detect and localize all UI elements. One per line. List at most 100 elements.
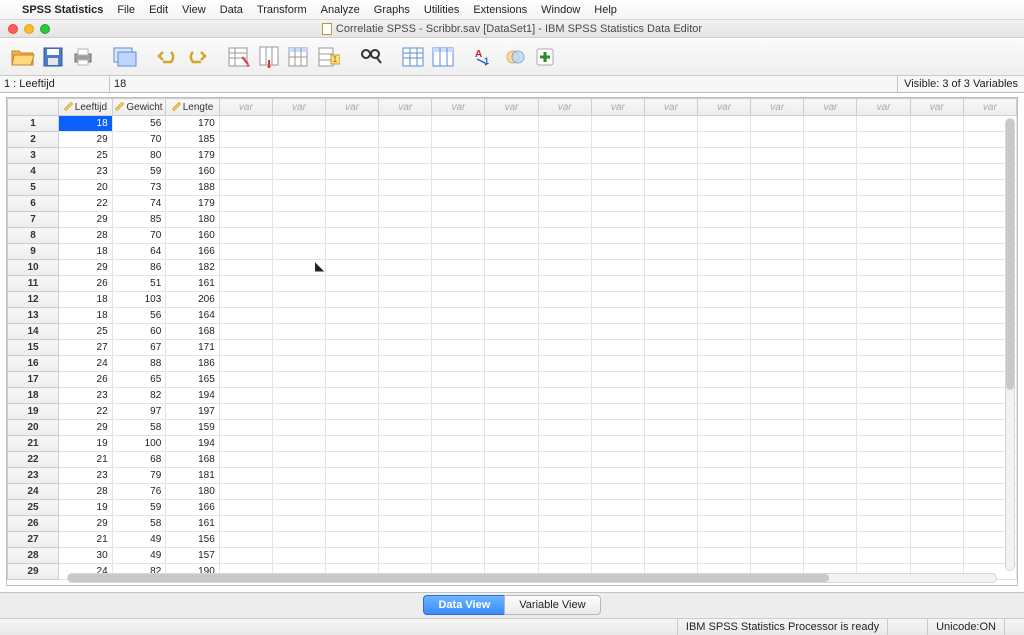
empty-cell[interactable] [698, 340, 751, 356]
empty-cell[interactable] [485, 484, 538, 500]
empty-cell[interactable] [698, 404, 751, 420]
empty-cell[interactable] [910, 404, 963, 420]
empty-cell[interactable] [326, 436, 379, 452]
empty-cell[interactable] [538, 452, 591, 468]
empty-column-header[interactable]: var [326, 99, 379, 116]
empty-cell[interactable] [326, 164, 379, 180]
empty-cell[interactable] [219, 276, 272, 292]
empty-cell[interactable] [485, 180, 538, 196]
empty-cell[interactable] [432, 372, 485, 388]
empty-cell[interactable] [698, 532, 751, 548]
menu-extensions[interactable]: Extensions [473, 4, 527, 16]
empty-cell[interactable] [538, 324, 591, 340]
empty-cell[interactable] [804, 116, 857, 132]
empty-cell[interactable] [910, 324, 963, 340]
empty-cell[interactable] [485, 324, 538, 340]
empty-cell[interactable] [219, 372, 272, 388]
empty-cell[interactable] [751, 516, 804, 532]
data-cell[interactable]: 79 [112, 468, 166, 484]
empty-cell[interactable] [804, 260, 857, 276]
empty-cell[interactable] [272, 532, 325, 548]
empty-cell[interactable] [644, 164, 697, 180]
data-cell[interactable]: 26 [59, 372, 113, 388]
empty-cell[interactable] [698, 500, 751, 516]
data-cell[interactable]: 188 [166, 180, 220, 196]
empty-cell[interactable] [591, 452, 644, 468]
empty-cell[interactable] [379, 196, 432, 212]
data-cell[interactable]: 166 [166, 244, 220, 260]
vertical-scrollbar[interactable] [1005, 118, 1015, 571]
data-cell[interactable]: 64 [112, 244, 166, 260]
data-cell[interactable]: 68 [112, 452, 166, 468]
empty-cell[interactable] [432, 308, 485, 324]
data-cell[interactable]: 27 [59, 340, 113, 356]
empty-cell[interactable] [219, 404, 272, 420]
variables-button[interactable] [286, 44, 312, 70]
empty-cell[interactable] [379, 468, 432, 484]
empty-cell[interactable] [379, 340, 432, 356]
undo-button[interactable] [154, 44, 180, 70]
row-number[interactable]: 8 [8, 228, 59, 244]
empty-cell[interactable] [751, 452, 804, 468]
empty-cell[interactable] [272, 116, 325, 132]
empty-cell[interactable] [272, 372, 325, 388]
empty-cell[interactable] [910, 452, 963, 468]
empty-cell[interactable] [326, 516, 379, 532]
menu-graphs[interactable]: Graphs [374, 4, 410, 16]
empty-cell[interactable] [326, 548, 379, 564]
row-number[interactable]: 11 [8, 276, 59, 292]
empty-cell[interactable] [272, 228, 325, 244]
menu-edit[interactable]: Edit [149, 4, 168, 16]
row-number[interactable]: 3 [8, 148, 59, 164]
empty-cell[interactable] [804, 340, 857, 356]
empty-cell[interactable] [538, 500, 591, 516]
data-cell[interactable]: 19 [59, 500, 113, 516]
empty-cell[interactable] [857, 276, 910, 292]
empty-cell[interactable] [379, 452, 432, 468]
empty-cell[interactable] [698, 308, 751, 324]
data-cell[interactable]: 18 [59, 308, 113, 324]
show-all-variables-button[interactable] [532, 44, 558, 70]
empty-cell[interactable] [751, 500, 804, 516]
empty-cell[interactable] [432, 212, 485, 228]
empty-cell[interactable] [644, 420, 697, 436]
zoom-window-button[interactable] [40, 24, 50, 34]
empty-cell[interactable] [751, 356, 804, 372]
empty-cell[interactable] [644, 516, 697, 532]
empty-column-header[interactable]: var [698, 99, 751, 116]
empty-cell[interactable] [910, 388, 963, 404]
empty-cell[interactable] [219, 228, 272, 244]
empty-cell[interactable] [379, 532, 432, 548]
empty-cell[interactable] [644, 308, 697, 324]
data-cell[interactable]: 103 [112, 292, 166, 308]
empty-cell[interactable] [591, 276, 644, 292]
empty-cell[interactable] [485, 116, 538, 132]
empty-cell[interactable] [591, 436, 644, 452]
empty-cell[interactable] [644, 484, 697, 500]
empty-column-header[interactable]: var [379, 99, 432, 116]
empty-cell[interactable] [857, 180, 910, 196]
data-cell[interactable]: 23 [59, 388, 113, 404]
data-cell[interactable]: 49 [112, 548, 166, 564]
empty-cell[interactable] [910, 180, 963, 196]
data-cell[interactable]: 30 [59, 548, 113, 564]
data-cell[interactable]: 23 [59, 164, 113, 180]
empty-cell[interactable] [644, 228, 697, 244]
data-cell[interactable]: 29 [59, 260, 113, 276]
empty-cell[interactable] [698, 228, 751, 244]
variable-view-tab[interactable]: Variable View [504, 595, 600, 615]
empty-cell[interactable] [644, 548, 697, 564]
empty-cell[interactable] [272, 244, 325, 260]
empty-cell[interactable] [326, 404, 379, 420]
empty-cell[interactable] [857, 324, 910, 340]
empty-cell[interactable] [538, 196, 591, 212]
empty-cell[interactable] [644, 260, 697, 276]
empty-cell[interactable] [272, 276, 325, 292]
data-cell[interactable]: 171 [166, 340, 220, 356]
empty-cell[interactable] [804, 372, 857, 388]
empty-cell[interactable] [698, 148, 751, 164]
row-number[interactable]: 10 [8, 260, 59, 276]
empty-cell[interactable] [219, 484, 272, 500]
menu-view[interactable]: View [182, 4, 206, 16]
empty-cell[interactable] [751, 164, 804, 180]
